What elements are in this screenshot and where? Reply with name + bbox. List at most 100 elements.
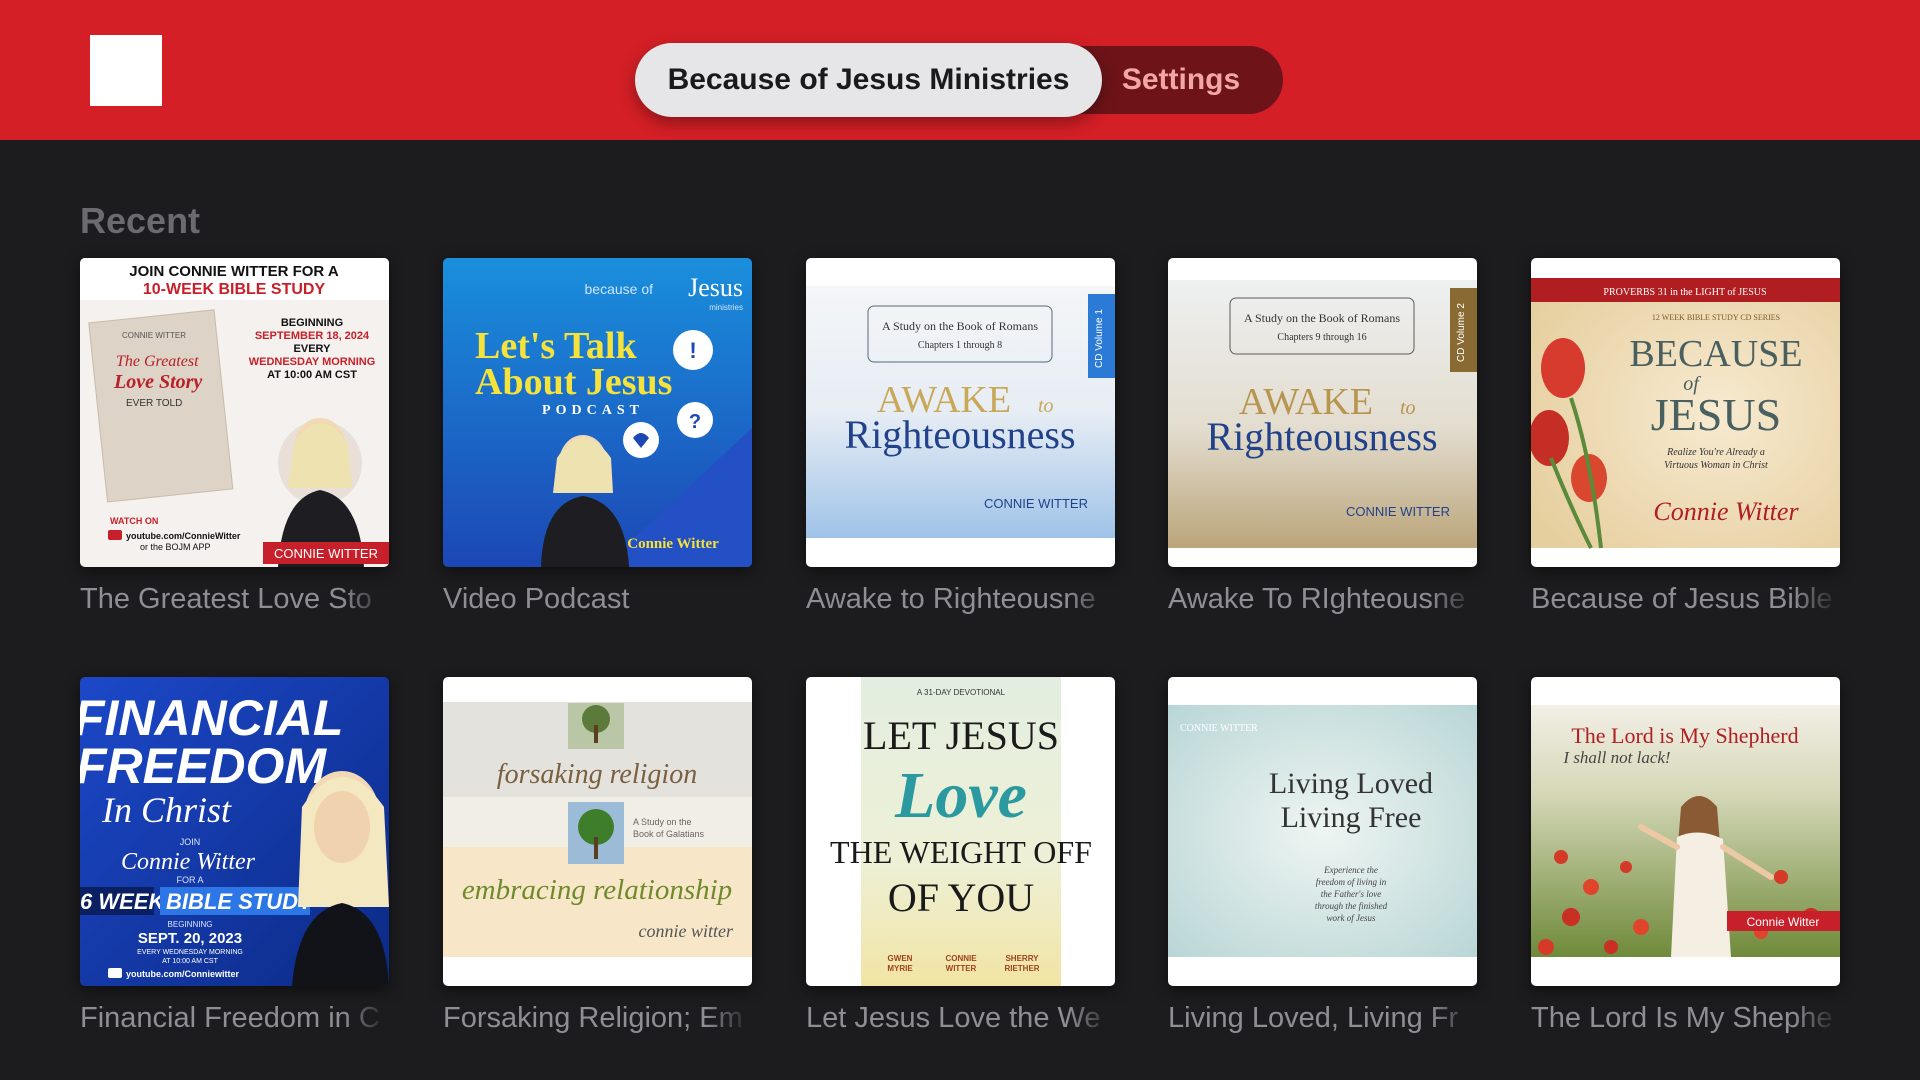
art-text: RIETHER	[1004, 964, 1039, 973]
art-text: SHERRY	[1005, 954, 1039, 963]
art-text: PODCAST	[542, 403, 644, 418]
tile-caption: Video Podcast	[443, 583, 630, 615]
tile-caption: Let Jesus Love the We	[806, 1002, 1101, 1034]
art-text: SEPT. 20, 2023	[138, 930, 242, 947]
tab-because-of-jesus-ministries[interactable]: Because of Jesus Ministries	[635, 43, 1102, 117]
art-text: About Jesus	[475, 361, 672, 403]
art-text: Book of Galatians	[633, 829, 705, 839]
art-text: OF YOU	[888, 875, 1034, 920]
art-text: 6 WEEK	[80, 889, 166, 914]
art-text: youtube.com/Conniewitter	[126, 969, 240, 979]
art-text: The Greatest	[116, 353, 199, 370]
art-text: Jesus	[688, 273, 743, 302]
art-text: Living Free	[1281, 801, 1422, 834]
art-text: Connie Witter	[1747, 915, 1820, 929]
art-text: forsaking religion	[497, 759, 697, 790]
artwork-let-jesus-love: A 31-DAY DEVOTIONAL LET JESUS Love THE W…	[806, 677, 1115, 986]
artwork-living-loved: CONNIE WITTER Living Loved Living Free E…	[1168, 677, 1477, 986]
tile-awake-to-righteousness-2[interactable]: CD Volume 2 A Study on the Book of Roman…	[1168, 258, 1477, 567]
art-text: Connie Witter	[121, 849, 256, 875]
art-text: PROVERBS 31 in the LIGHT of JESUS	[1603, 287, 1766, 298]
tile-caption: The Greatest Love Sto	[80, 583, 372, 615]
tile-video-podcast[interactable]: because of Jesus ministries Let's Talk A…	[443, 258, 752, 567]
art-text: WATCH ON	[110, 516, 158, 526]
art-text: The Lord is My Shepherd	[1571, 723, 1798, 748]
art-text: Love Story	[113, 371, 202, 393]
tile-caption: Awake To RIghteousne	[1168, 583, 1466, 615]
art-text: Righteousness	[844, 412, 1075, 457]
svg-text:!: !	[689, 338, 696, 363]
art-text: FOR A	[176, 875, 203, 885]
art-text: AT 10:00 AM CST	[162, 958, 218, 965]
art-text: MYRIE	[887, 964, 913, 973]
tile-the-lord-is-my-shepherd[interactable]: The Lord is My Shepherd I shall not lack…	[1531, 677, 1840, 986]
art-text: Virtuous Woman in Christ	[1664, 460, 1768, 471]
section-title-recent: Recent	[80, 200, 201, 241]
art-text: A 31-DAY DEVOTIONAL	[917, 688, 1006, 697]
art-text: because of	[585, 281, 654, 297]
art-text: Chapters 1 through 8	[918, 340, 1002, 351]
art-text: LET JESUS	[863, 713, 1059, 758]
art-text: Love	[894, 759, 1027, 832]
art-text: 10-WEEK BIBLE STUDY	[143, 281, 326, 298]
art-text: Connie Witter	[1653, 497, 1799, 526]
art-text: CONNIE	[945, 954, 977, 963]
art-text: Experience the	[1323, 865, 1378, 875]
art-text: work of Jesus	[1327, 913, 1376, 923]
art-text: ministries	[709, 303, 743, 312]
art-text: JESUS	[1651, 389, 1781, 440]
art-text: EVERY WEDNESDAY MORNING	[137, 949, 243, 956]
art-text: CONNIE WITTER	[122, 331, 186, 340]
app-logo[interactable]	[90, 35, 162, 106]
art-text: youtube.com/ConnieWitter	[126, 531, 241, 541]
tile-living-loved[interactable]: CONNIE WITTER Living Loved Living Free E…	[1168, 677, 1477, 986]
artwork-awake-to-righteousness-1: CD Volume 1 A Study on the Book of Roman…	[806, 258, 1115, 567]
art-text: BIBLE STUDY	[166, 889, 315, 914]
art-text: I shall not lack!	[1562, 748, 1670, 767]
artwork-the-lord-is-my-shepherd: The Lord is My Shepherd I shall not lack…	[1531, 677, 1840, 986]
art-text: EVER TOLD	[126, 398, 182, 409]
art-text: CONNIE WITTER	[274, 546, 378, 561]
art-text: Connie Witter	[627, 536, 719, 552]
art-text: A Study on the Book of Romans	[1244, 311, 1400, 325]
art-text: GWEN	[888, 954, 913, 963]
artwork-video-podcast: because of Jesus ministries Let's Talk A…	[443, 258, 752, 567]
art-text: THE WEIGHT OFF	[830, 834, 1092, 870]
art-text: A Study on the	[633, 817, 692, 827]
tile-greatest-love-story[interactable]: JOIN CONNIE WITTER FOR A 10-WEEK BIBLE S…	[80, 258, 389, 567]
artwork-forsaking-religion: forsaking religion A Study on the Book o…	[443, 677, 752, 986]
tile-let-jesus-love[interactable]: A 31-DAY DEVOTIONAL LET JESUS Love THE W…	[806, 677, 1115, 986]
tile-forsaking-religion[interactable]: forsaking religion A Study on the Book o…	[443, 677, 752, 986]
tile-financial-freedom[interactable]: FINANCIAL FREEDOM In Christ JOIN Connie …	[80, 677, 389, 986]
tile-because-of-jesus-bible[interactable]: PROVERBS 31 in the LIGHT of JESUS 12 WEE…	[1531, 258, 1840, 567]
artwork-because-of-jesus-bible: PROVERBS 31 in the LIGHT of JESUS 12 WEE…	[1531, 258, 1840, 567]
artwork-greatest-love-story: JOIN CONNIE WITTER FOR A 10-WEEK BIBLE S…	[80, 258, 389, 567]
tile-caption: The Lord Is My Shephe	[1531, 1002, 1833, 1034]
art-text: Righteousness	[1206, 414, 1437, 459]
art-text: BECAUSE	[1629, 333, 1802, 375]
art-text: JOIN CONNIE WITTER FOR A	[129, 263, 339, 280]
art-text: the Father's love	[1321, 889, 1381, 899]
art-text: AT 10:00 AM CST	[267, 369, 357, 381]
art-text: 12 WEEK BIBLE STUDY CD SERIES	[1652, 313, 1780, 322]
art-text: A Study on the Book of Romans	[882, 319, 1038, 333]
art-text: freedom of living in	[1316, 877, 1387, 887]
tile-caption: Financial Freedom in C	[80, 1002, 380, 1034]
art-text: BEGINNING	[168, 920, 213, 929]
art-text: Living Loved	[1269, 767, 1433, 800]
art-text: WEDNESDAY MORNING	[249, 356, 376, 368]
art-text: EVERY	[294, 343, 332, 355]
art-text: through the finished	[1315, 901, 1388, 911]
tab-settings[interactable]: Settings	[1106, 43, 1256, 117]
art-text: CONNIE WITTER	[1346, 504, 1450, 519]
tile-awake-to-righteousness-1[interactable]: CD Volume 1 A Study on the Book of Roman…	[806, 258, 1115, 567]
art-text: CD Volume 2	[1456, 303, 1467, 362]
tile-caption: Because of Jesus Bible	[1531, 583, 1833, 615]
art-text: BEGINNING	[281, 317, 343, 329]
art-text: In Christ	[101, 790, 232, 830]
svg-text:?: ?	[689, 411, 701, 433]
artwork-financial-freedom: FINANCIAL FREEDOM In Christ JOIN Connie …	[80, 677, 389, 986]
art-text: JOIN	[180, 837, 201, 847]
tile-caption: Awake to Righteousne	[806, 583, 1096, 615]
art-text: embracing relationship	[462, 874, 732, 906]
